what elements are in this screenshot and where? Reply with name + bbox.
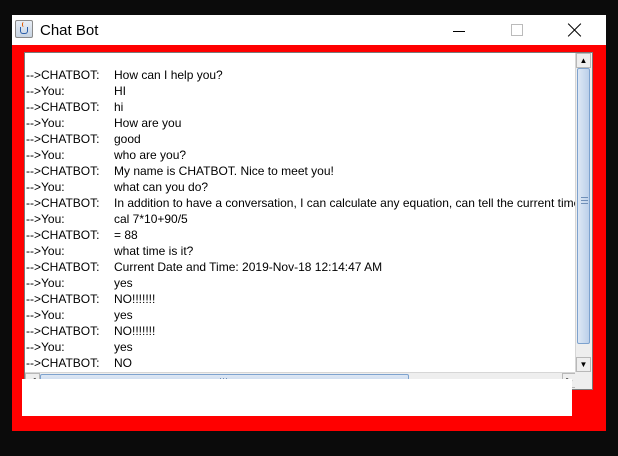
maximize-button[interactable] xyxy=(494,15,540,45)
speaker-label: -->You: xyxy=(26,180,65,194)
message-text: HI xyxy=(114,84,126,98)
message-text: NO xyxy=(114,356,132,370)
chat-line: -->CHATBOT: hi xyxy=(25,99,575,115)
close-icon xyxy=(568,23,582,37)
speaker-label: -->CHATBOT: xyxy=(26,196,100,210)
message-text: what can you do? xyxy=(114,180,209,194)
vertical-scrollbar[interactable]: ▲ ▼ xyxy=(575,53,592,372)
chat-line: -->You: How are you xyxy=(25,115,575,131)
minimize-button[interactable] xyxy=(436,15,482,45)
chat-log: -->CHATBOT: How can I help you? -->You: HI -… xyxy=(25,67,575,372)
speaker-label: -->CHATBOT: xyxy=(26,228,100,242)
chat-line: -->You: HI xyxy=(25,83,575,99)
message-text: In addition to have a conversation, I ca… xyxy=(114,196,575,210)
message-text: = 88 xyxy=(114,228,138,242)
speaker-label: -->You: xyxy=(26,244,65,258)
message-text: who are you? xyxy=(114,148,187,162)
speaker-label: -->CHATBOT: xyxy=(26,132,100,146)
chat-log-area[interactable]: -->CHATBOT: How can I help you? -->You: HI -… xyxy=(24,52,593,390)
speaker-label: -->CHATBOT: xyxy=(26,356,100,370)
message-text: good xyxy=(114,132,141,146)
chat-line: -->CHATBOT: In addition to have a convers… xyxy=(25,195,575,211)
chat-line: -->You: yes xyxy=(25,307,575,323)
window-title: Chat Bot xyxy=(40,22,99,39)
chat-line: -->You: what can you do? xyxy=(25,179,575,195)
message-input[interactable] xyxy=(22,379,572,416)
chat-line: -->CHATBOT: NO!!!!!!! xyxy=(25,323,575,339)
speaker-label: -->CHATBOT: xyxy=(26,292,100,306)
message-text: NO!!!!!!! xyxy=(114,324,156,338)
speaker-label: -->CHATBOT: xyxy=(26,68,100,82)
speaker-label: -->CHATBOT: xyxy=(26,164,100,178)
message-text: NO!!!!!!! xyxy=(114,292,156,306)
speaker-label: -->You: xyxy=(26,212,65,226)
chat-line: -->CHATBOT: Current Date and Time: 2019-N… xyxy=(25,259,575,275)
chat-line: -->CHATBOT: How can I help you? xyxy=(25,67,575,83)
speaker-label: -->CHATBOT: xyxy=(26,100,100,114)
speaker-label: -->You: xyxy=(26,148,65,162)
message-text: yes xyxy=(114,276,133,290)
maximize-icon xyxy=(511,24,523,36)
scroll-up-arrow-icon[interactable]: ▲ xyxy=(576,53,591,68)
message-text: How can I help you? xyxy=(114,68,223,82)
message-text: what time is it? xyxy=(114,244,194,258)
speaker-label: -->You: xyxy=(26,84,65,98)
scrollbar-corner xyxy=(575,372,592,389)
chat-line: -->CHATBOT: good xyxy=(25,131,575,147)
vertical-scroll-thumb[interactable] xyxy=(577,68,590,344)
speaker-label: -->You: xyxy=(26,340,65,354)
message-text: cal 7*10+90/5 xyxy=(114,212,188,226)
minimize-icon xyxy=(453,30,465,32)
title-bar[interactable]: Chat Bot xyxy=(12,15,606,45)
message-text: yes xyxy=(114,308,133,322)
chat-line: -->You: what time is it? xyxy=(25,243,575,259)
chat-line: -->You: yes xyxy=(25,339,575,355)
chat-line: -->CHATBOT: NO!!!!!!! xyxy=(25,291,575,307)
chat-bot-window: Chat Bot -->CHATBOT: How can I help you? -… xyxy=(12,15,606,431)
speaker-label: -->CHATBOT: xyxy=(26,260,100,274)
message-text: yes xyxy=(114,340,133,354)
java-app-icon[interactable] xyxy=(15,20,33,38)
chat-line: -->CHATBOT: NO xyxy=(25,355,575,371)
chat-line: -->You: yes xyxy=(25,275,575,291)
message-text: Current Date and Time: 2019-Nov-18 12:14… xyxy=(114,260,383,274)
close-button[interactable] xyxy=(552,15,598,45)
scroll-down-arrow-icon[interactable]: ▼ xyxy=(576,357,591,372)
speaker-label: -->You: xyxy=(26,276,65,290)
chat-line: -->CHATBOT: My name is CHATBOT. Nice to m… xyxy=(25,163,575,179)
message-text: My name is CHATBOT. Nice to meet you! xyxy=(114,164,334,178)
message-text: How are you xyxy=(114,116,182,130)
speaker-label: -->CHATBOT: xyxy=(26,324,100,338)
speaker-label: -->You: xyxy=(26,116,65,130)
speaker-label: -->You: xyxy=(26,308,65,322)
chat-line: -->You: cal 7*10+90/5 xyxy=(25,211,575,227)
chat-line: -->You: who are you? xyxy=(25,147,575,163)
chat-line: -->CHATBOT: = 88 xyxy=(25,227,575,243)
message-text: hi xyxy=(114,100,124,114)
